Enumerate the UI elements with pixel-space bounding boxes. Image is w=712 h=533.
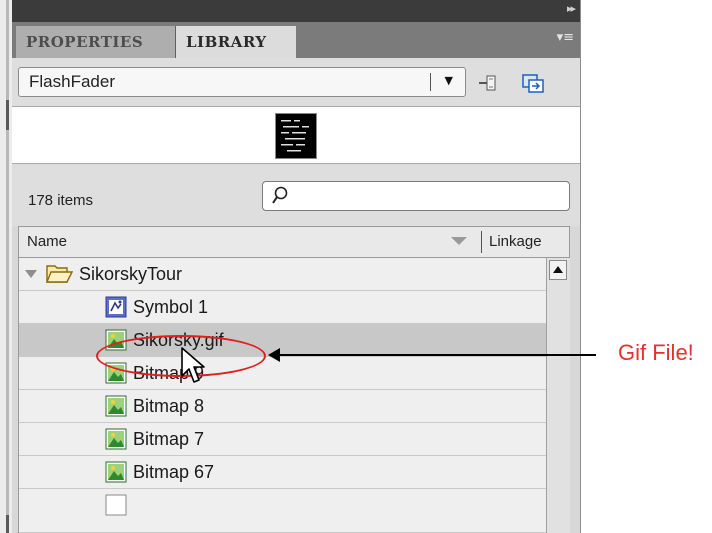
- frame-grip[interactable]: [6, 100, 9, 130]
- list-item[interactable]: Bitmap 67: [19, 456, 547, 489]
- column-name[interactable]: Name: [27, 233, 67, 250]
- list-scrollbar[interactable]: [546, 258, 570, 533]
- scroll-up-icon[interactable]: [549, 260, 567, 280]
- tab-properties[interactable]: PROPERTIES: [16, 26, 176, 58]
- list-item[interactable]: [19, 489, 547, 533]
- list-item[interactable]: Bitmap 9: [19, 357, 547, 390]
- list-item-label: Bitmap 8: [133, 396, 205, 416]
- column-linkage[interactable]: Linkage: [489, 233, 542, 250]
- left-frame-edge: [0, 0, 12, 533]
- annotation-arrow: [276, 354, 596, 356]
- list-item[interactable]: Bitmap 8: [19, 390, 547, 423]
- panel-expand-icon[interactable]: ▸▸: [567, 2, 576, 15]
- library-select[interactable]: FlashFader ▼: [18, 67, 466, 97]
- column-divider[interactable]: [481, 231, 482, 253]
- chevron-down-icon[interactable]: ▼: [445, 74, 453, 87]
- tab-row: PROPERTIES LIBRARY ▾≡: [12, 22, 580, 58]
- search-icon: [272, 186, 288, 204]
- list-item-label: Bitmap 7: [133, 429, 205, 449]
- movieclip-symbol-icon: [105, 296, 127, 318]
- select-divider: [430, 73, 431, 91]
- library-item-list: SikorskyTour Symbol 1 Sikorsky.gif Bitma…: [18, 258, 570, 533]
- bitmap-icon: [105, 395, 127, 417]
- bitmap-icon: [105, 494, 127, 516]
- list-item[interactable]: SikorskyTour: [19, 258, 547, 291]
- annotation-label: Gif File!: [618, 340, 694, 365]
- sort-arrow-icon[interactable]: [451, 237, 467, 245]
- library-select-value: FlashFader: [29, 72, 115, 91]
- list-item[interactable]: Bitmap 7: [19, 423, 547, 456]
- annotation-arrowhead: [268, 348, 280, 362]
- mouse-cursor-icon: [181, 347, 205, 383]
- frame-grip[interactable]: [6, 515, 9, 533]
- library-panel: ▸▸ PROPERTIES LIBRARY ▾≡ FlashFader ▼ 17…: [12, 0, 581, 533]
- tab-library[interactable]: LIBRARY: [176, 26, 296, 58]
- count-search-row: 178 items: [12, 164, 580, 226]
- list-item-label: SikorskyTour: [79, 264, 183, 284]
- list-item[interactable]: Symbol 1: [19, 291, 547, 324]
- folder-open-icon: [45, 265, 73, 283]
- library-selector-row: FlashFader ▼: [12, 58, 580, 106]
- list-item-label: Bitmap 67: [133, 462, 215, 482]
- search-input[interactable]: [262, 181, 570, 211]
- pin-icon[interactable]: [476, 70, 502, 96]
- item-count: 178 items: [28, 192, 94, 209]
- bitmap-icon: [105, 461, 127, 483]
- new-library-icon[interactable]: [520, 70, 546, 96]
- frame-rail: [6, 0, 9, 533]
- bitmap-icon: [105, 428, 127, 450]
- panel-titlebar: ▸▸: [12, 0, 580, 22]
- preview-thumbnail: [275, 113, 317, 159]
- list-header: Name Linkage: [18, 226, 570, 258]
- list-item-label: Symbol 1: [133, 297, 209, 317]
- panel-menu-icon[interactable]: ▾≡: [557, 30, 574, 45]
- disclosure-triangle-icon[interactable]: [25, 270, 37, 278]
- item-preview: [12, 106, 580, 164]
